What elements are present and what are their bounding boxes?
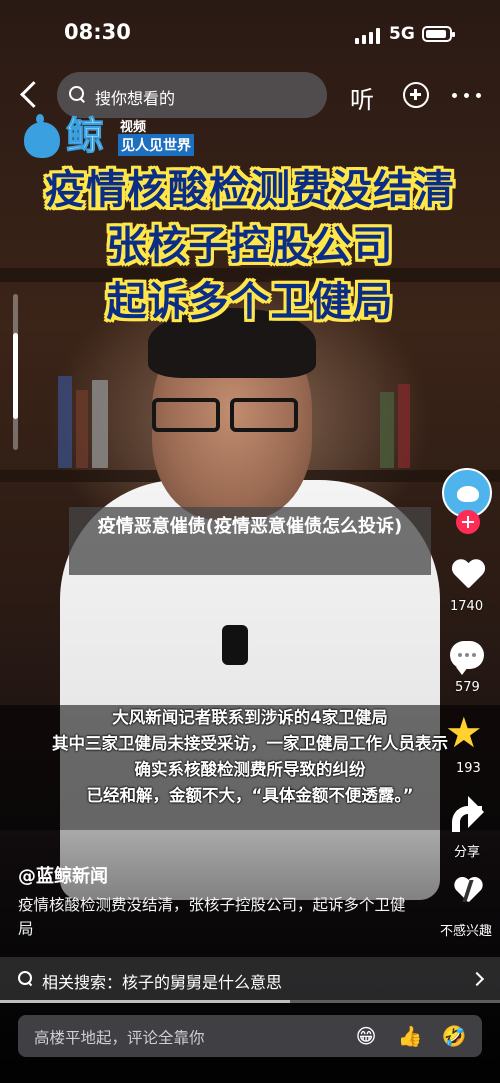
network-type: 5G: [389, 24, 415, 44]
post-description[interactable]: 疫情核酸检测费没结清，张核子控股公司，起诉多个卫健局: [18, 893, 418, 941]
status-time: 08:30: [64, 20, 131, 44]
back-icon[interactable]: [16, 80, 44, 112]
progress-fill: [0, 1000, 290, 1003]
whale-icon: [24, 114, 60, 158]
related-search-text: 相关搜索：核子的舅舅是什么意思: [42, 973, 283, 992]
search-icon: [18, 971, 33, 986]
battery-icon: [422, 26, 455, 42]
add-icon[interactable]: [403, 82, 429, 108]
share-label[interactable]: 分享: [454, 841, 480, 860]
not-interested-label[interactable]: 不感兴趣: [440, 920, 492, 939]
grin-emoji[interactable]: 😁: [352, 1022, 380, 1050]
channel-logo: 鲸 视频 见人见世界: [24, 112, 224, 164]
laugh-emoji[interactable]: 🤣: [440, 1022, 468, 1050]
logo-mark: 鲸: [65, 114, 105, 159]
share-icon[interactable]: [450, 796, 486, 832]
subtitle-line: 确实系核酸检测费所导致的纠纷: [134, 760, 366, 779]
headline-line: 疫情核酸检测费没结清: [45, 167, 455, 213]
scroll-indicator: [13, 294, 18, 450]
follow-plus-icon[interactable]: [456, 510, 480, 534]
favorite-count: 193: [456, 761, 481, 776]
like-count: 1740: [450, 599, 484, 614]
search-placeholder: 搜你想看的: [95, 89, 176, 108]
comment-placeholder: 高楼平地起，评论全靠你: [34, 1029, 205, 1047]
headline-line: 起诉多个卫健局: [106, 279, 394, 325]
subtitle-line: 已经和解，金额不大，“具体金额不便透露。”: [86, 786, 414, 805]
subtitles: 大风新闻记者联系到涉诉的4家卫健局 其中三家卫健局未接受采访，一家卫健局工作人员…: [0, 705, 500, 830]
glasses-right: [230, 398, 298, 432]
book: [58, 376, 72, 468]
signal-icon: [355, 28, 381, 44]
logo-line1: 视频: [120, 120, 147, 135]
glasses-left: [152, 398, 220, 432]
search-icon: [69, 86, 86, 103]
subtitle-line: 大风新闻记者联系到涉诉的4家卫健局: [112, 708, 388, 727]
book: [380, 392, 394, 468]
listen-button[interactable]: 听: [350, 80, 374, 115]
favorite-star-icon[interactable]: ★: [445, 712, 483, 754]
chevron-right-icon: [469, 971, 485, 987]
book: [398, 384, 410, 468]
book: [76, 390, 88, 468]
thumbs-up-emoji[interactable]: 👍: [396, 1022, 424, 1050]
author-name[interactable]: @蓝鲸新闻: [18, 862, 108, 888]
like-heart-icon[interactable]: [451, 560, 485, 594]
status-bar: 08:30 5G: [0, 0, 500, 62]
overlay-title: 疫情恶意催债(疫情恶意催债怎么投诉): [69, 507, 431, 575]
more-icon[interactable]: [452, 93, 482, 99]
video-headline: 疫情核酸检测费没结清 张核子控股公司 起诉多个卫健局: [0, 162, 500, 330]
playback-progress[interactable]: [0, 1000, 500, 1003]
comment-count: 579: [455, 680, 480, 695]
subtitle-line: 其中三家卫健局未接受采访，一家卫健局工作人员表示: [52, 734, 448, 753]
scroll-thumb: [13, 333, 18, 419]
related-search-bar[interactable]: 相关搜索：核子的舅舅是什么意思: [0, 957, 500, 1003]
book: [92, 380, 108, 468]
comment-icon[interactable]: [450, 641, 484, 675]
comment-input[interactable]: 高楼平地起，评论全靠你 😁 👍 🤣: [18, 1015, 482, 1057]
logo-line2: 见人见世界: [118, 134, 194, 156]
lapel-mic: [222, 625, 248, 665]
headline-line: 张核子控股公司: [106, 223, 394, 269]
